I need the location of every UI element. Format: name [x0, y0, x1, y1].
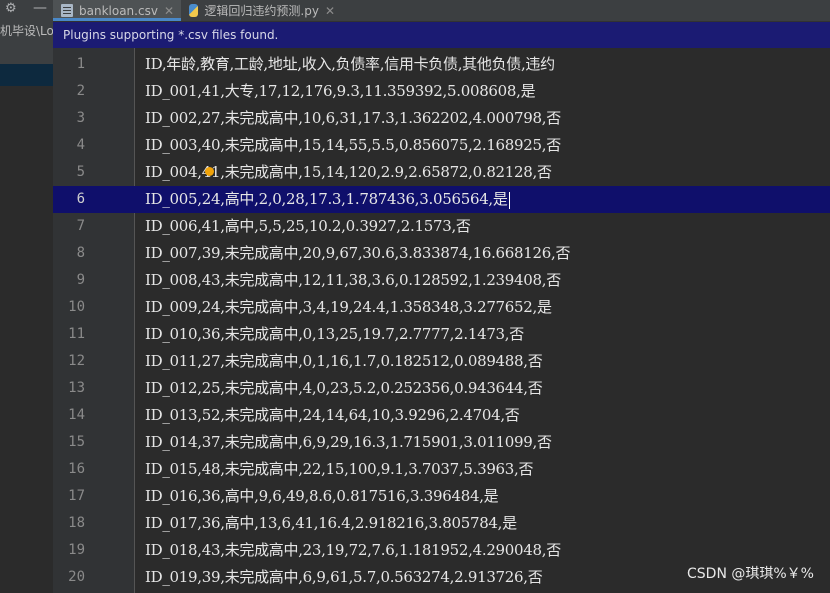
- line-number: 19: [68, 542, 85, 558]
- editor-line[interactable]: 4 ID_003,40,未完成高中,15,14,55,5.5,0.856075,…: [53, 132, 830, 159]
- python-file-icon: [189, 4, 199, 17]
- line-number: 11: [68, 326, 85, 342]
- line-number: 9: [76, 272, 85, 288]
- line-text[interactable]: ID_017,36,高中,13,6,41,16.4,2.918216,3.805…: [145, 510, 517, 537]
- editor-line[interactable]: 19 ID_018,43,未完成高中,23,19,72,7.6,1.181952…: [53, 537, 830, 564]
- line-text[interactable]: ID_008,43,未完成高中,12,11,38,3.6,0.128592,1.…: [145, 267, 561, 294]
- line-text[interactable]: ID_002,27,未完成高中,10,6,31,17.3,1.362202,4.…: [145, 105, 561, 132]
- editor-line[interactable]: 8 ID_007,39,未完成高中,20,9,67,30.6,3.833874,…: [53, 240, 830, 267]
- editor-line[interactable]: 2 ID_001,41,大专,17,12,176,9.3,11.359392,5…: [53, 78, 830, 105]
- tab-python-file[interactable]: 逻辑回归违约预测.py ✕: [181, 0, 341, 21]
- project-panel-toolbar: ⚙ —: [0, 0, 53, 20]
- line-text[interactable]: ID_006,41,高中,5,5,25,10.2,0.3927,2.1573,否: [145, 213, 471, 240]
- project-tree: [0, 86, 53, 593]
- line-number: 8: [76, 245, 85, 261]
- line-text[interactable]: ID_011,27,未完成高中,0,1,16,1.7,0.182512,0.08…: [145, 348, 543, 375]
- line-number: 10: [68, 299, 85, 315]
- banner-text: Plugins supporting *.csv files found.: [63, 28, 279, 42]
- lightbulb-icon[interactable]: [205, 167, 214, 176]
- line-text[interactable]: ID_018,43,未完成高中,23,19,72,7.6,1.181952,4.…: [145, 537, 561, 564]
- line-number: 12: [68, 353, 85, 369]
- close-icon[interactable]: ✕: [164, 4, 174, 18]
- editor-line[interactable]: 13 ID_012,25,未完成高中,4,0,23,5.2,0.252356,0…: [53, 375, 830, 402]
- line-number: 15: [68, 434, 85, 450]
- line-text[interactable]: ID_007,39,未完成高中,20,9,67,30.6,3.833874,16…: [145, 240, 570, 267]
- tab-bankloan-csv[interactable]: bankloan.csv ✕: [53, 0, 181, 21]
- line-number: 1: [76, 56, 85, 72]
- editor-line[interactable]: 7 ID_006,41,高中,5,5,25,10.2,0.3927,2.1573…: [53, 213, 830, 240]
- line-number: 13: [68, 380, 85, 396]
- project-path[interactable]: 机毕设\Lo: [0, 22, 53, 40]
- text-caret: [508, 191, 510, 209]
- line-text[interactable]: ID_014,37,未完成高中,6,9,29,16.3,1.715901,3.0…: [145, 429, 552, 456]
- line-text[interactable]: ID_003,40,未完成高中,15,14,55,5.5,0.856075,2.…: [145, 132, 561, 159]
- line-number: 6: [76, 191, 85, 207]
- editor-line[interactable]: 3 ID_002,27,未完成高中,10,6,31,17.3,1.362202,…: [53, 105, 830, 132]
- line-text[interactable]: ID_015,48,未完成高中,22,15,100,9.1,3.7037,5.3…: [145, 456, 534, 483]
- line-text[interactable]: ID_013,52,未完成高中,24,14,64,10,3.9296,2.470…: [145, 402, 520, 429]
- editor-line[interactable]: 12 ID_011,27,未完成高中,0,1,16,1.7,0.182512,0…: [53, 348, 830, 375]
- line-number: 4: [76, 137, 85, 153]
- editor-line-current[interactable]: 6 ID_005,24,高中,2,0,28,17.3,1.787436,3.05…: [53, 186, 830, 213]
- project-tree-selected-item[interactable]: [0, 64, 53, 86]
- editor-line[interactable]: 16 ID_015,48,未完成高中,22,15,100,9.1,3.7037,…: [53, 456, 830, 483]
- line-number: 2: [76, 83, 85, 99]
- line-number: 20: [68, 569, 85, 585]
- line-text[interactable]: ID_016,36,高中,9,6,49,8.6,0.817516,3.39648…: [145, 483, 499, 510]
- close-icon[interactable]: ✕: [325, 4, 335, 18]
- csv-file-icon: [61, 4, 73, 17]
- line-text[interactable]: ID_001,41,大专,17,12,176,9.3,11.359392,5.0…: [145, 78, 536, 105]
- editor-line[interactable]: 5 ID_004,41,未完成高中,15,14,120,2.9,2.65872,…: [53, 159, 830, 186]
- line-text[interactable]: ID_019,39,未完成高中,6,9,61,5.7,0.563274,2.91…: [145, 564, 543, 591]
- line-text[interactable]: ID_012,25,未完成高中,4,0,23,5.2,0.252356,0.94…: [145, 375, 543, 402]
- gear-icon[interactable]: ⚙: [5, 1, 17, 17]
- editor-line[interactable]: 17 ID_016,36,高中,9,6,49,8.6,0.817516,3.39…: [53, 483, 830, 510]
- editor-tabbar: bankloan.csv ✕ 逻辑回归违约预测.py ✕: [53, 0, 830, 22]
- line-text: ID_005,24,高中,2,0,28,17.3,1.787436,3.0565…: [145, 190, 508, 208]
- line-text[interactable]: ID_010,36,未完成高中,0,13,25,19.7,2.7777,2.14…: [145, 321, 524, 348]
- line-text[interactable]: ID_009,24,未完成高中,3,4,19,24.4,1.358348,3.2…: [145, 294, 552, 321]
- editor-line[interactable]: 9 ID_008,43,未完成高中,12,11,38,3.6,0.128592,…: [53, 267, 830, 294]
- line-number: 5: [76, 164, 85, 180]
- project-panel: ⚙ — 机毕设\Lo: [0, 0, 54, 593]
- code-editor[interactable]: 1 ID,年龄,教育,工龄,地址,收入,负债率,信用卡负债,其他负债,违约 2 …: [53, 48, 830, 593]
- editor-line[interactable]: 15 ID_014,37,未完成高中,6,9,29,16.3,1.715901,…: [53, 429, 830, 456]
- line-text[interactable]: ID,年龄,教育,工龄,地址,收入,负债率,信用卡负债,其他负债,违约: [145, 51, 555, 78]
- tab-label: bankloan.csv: [79, 3, 158, 18]
- editor-line[interactable]: 1 ID,年龄,教育,工龄,地址,收入,负债率,信用卡负债,其他负债,违约: [53, 51, 830, 78]
- plugin-notification-banner[interactable]: Plugins supporting *.csv files found.: [53, 22, 830, 48]
- minus-icon[interactable]: —: [33, 0, 47, 16]
- line-number: 3: [76, 110, 85, 126]
- line-number: 7: [76, 218, 85, 234]
- tab-label: 逻辑回归违约预测.py: [204, 4, 319, 18]
- editor-line[interactable]: 14 ID_013,52,未完成高中,24,14,64,10,3.9296,2.…: [53, 402, 830, 429]
- line-number: 18: [68, 515, 85, 531]
- line-number: 17: [68, 488, 85, 504]
- editor-line[interactable]: 10 ID_009,24,未完成高中,3,4,19,24.4,1.358348,…: [53, 294, 830, 321]
- editor-line[interactable]: 18 ID_017,36,高中,13,6,41,16.4,2.918216,3.…: [53, 510, 830, 537]
- watermark-text: CSDN @琪琪%￥%: [687, 566, 814, 582]
- line-number: 14: [68, 407, 85, 423]
- line-text-wrap[interactable]: ID_005,24,高中,2,0,28,17.3,1.787436,3.0565…: [145, 186, 510, 213]
- editor-line[interactable]: 11 ID_010,36,未完成高中,0,13,25,19.7,2.7777,2…: [53, 321, 830, 348]
- line-number: 16: [68, 461, 85, 477]
